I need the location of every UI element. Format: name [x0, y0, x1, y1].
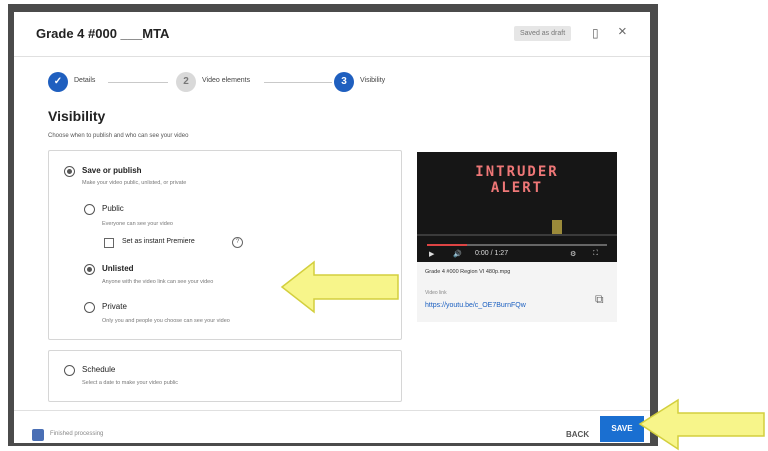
arrow-unlisted-annotation [280, 260, 399, 314]
annotation-overlay [280, 260, 765, 451]
arrow-save-annotation [638, 398, 765, 451]
